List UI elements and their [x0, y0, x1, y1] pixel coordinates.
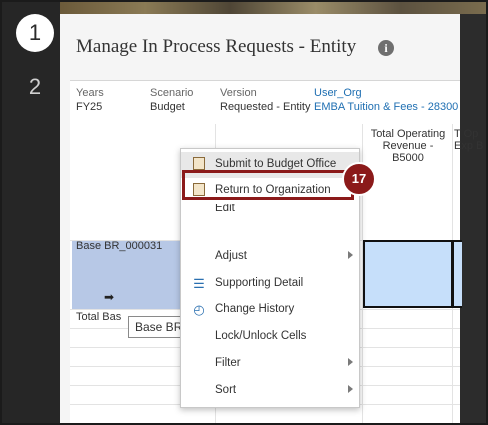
pov-user-org[interactable]: User_Org EMBA Tuition & Fees - 28300 [314, 86, 458, 114]
menu-item-label: Edit [215, 204, 235, 214]
pov-years[interactable]: Years FY25 [76, 86, 104, 114]
chevron-right-icon [348, 251, 353, 259]
page-title: Manage In Process Requests - Entity [76, 36, 357, 57]
pov-user-org-label[interactable]: User_Org [314, 86, 458, 100]
main-content: Manage In Process Requests - Entity i Ye… [60, 14, 483, 423]
step-number-badge: 17 [342, 162, 376, 196]
menu-item-label: Supporting Detail [215, 277, 304, 289]
chevron-right-icon [348, 358, 353, 366]
step-1-indicator: 1 [16, 14, 54, 52]
pov-user-org-value[interactable]: EMBA Tuition & Fees - 28300 [314, 100, 458, 114]
menu-item-filter[interactable]: Filter [181, 351, 359, 377]
menu-item-lock-unlock-cells[interactable]: Lock/Unlock Cells [181, 324, 359, 350]
pov-years-label: Years [76, 87, 104, 99]
step-2-indicator: 2 [28, 74, 42, 99]
menu-item-change-history[interactable]: ◴ Change History [181, 297, 359, 323]
pov-version-label: Version [220, 87, 257, 99]
row-arrow-icon: ➡ [104, 290, 115, 304]
header-banner-image [60, 2, 486, 14]
supporting-detail-icon: ☰ [193, 276, 205, 291]
menu-item-label: Lock/Unlock Cells [215, 330, 307, 342]
menu-item-edit[interactable]: Edit [181, 204, 359, 218]
pov-scenario[interactable]: Scenario Budget [150, 86, 193, 114]
info-icon[interactable]: i [378, 40, 394, 56]
right-edge-panel [460, 14, 486, 423]
menu-item-adjust[interactable]: Adjust [181, 244, 359, 270]
menu-item-label: Sort [215, 384, 237, 396]
menu-item-sort[interactable]: Sort [181, 378, 359, 404]
step-rail: 1 2 [2, 2, 60, 423]
column-header-total-operating-revenue[interactable]: Total Operating Revenue - B5000 [366, 128, 450, 164]
screenshot-frame: 1 2 Manage In Process Requests - Entity … [0, 0, 488, 425]
selected-data-cell[interactable] [363, 240, 453, 308]
menu-item-label: Change History [215, 303, 295, 315]
row-header-label: Base BR_000031 [76, 240, 163, 252]
pov-years-value: FY25 [76, 101, 103, 113]
change-history-icon: ◴ [193, 302, 205, 317]
selected-data-cell[interactable] [452, 240, 462, 308]
pov-scenario-value: Budget [150, 101, 185, 113]
menu-item-label: Filter [215, 357, 241, 369]
menu-item-supporting-detail[interactable]: ☰ Supporting Detail [181, 271, 359, 297]
menu-item-label: Submit to Budget Office [215, 158, 337, 170]
column-header-truncated[interactable]: T Op Exp B [454, 128, 484, 152]
step-highlight-box [182, 170, 354, 200]
pov-bar: Years FY25 Scenario Budget Version Reque… [70, 80, 460, 126]
chevron-right-icon [348, 385, 353, 393]
menu-item-label: Adjust [215, 250, 247, 262]
total-row-label: Total Bas [76, 311, 122, 323]
pov-version-value: Requested - Entity [220, 101, 311, 113]
pov-scenario-label: Scenario [150, 87, 194, 99]
pov-version[interactable]: Version Requested - Entity [220, 86, 311, 114]
